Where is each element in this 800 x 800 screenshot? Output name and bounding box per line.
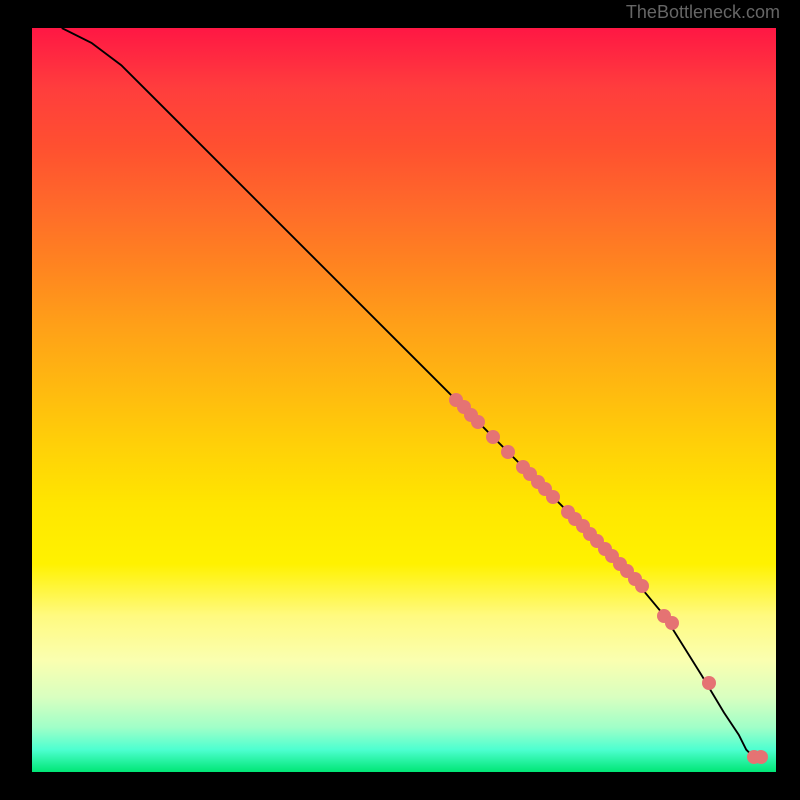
chart-gradient-background [32,28,776,772]
data-point [754,750,768,764]
data-point [546,490,560,504]
data-point [486,430,500,444]
chart-curve [32,28,776,772]
data-point [501,445,515,459]
data-point [702,676,716,690]
data-point [471,415,485,429]
data-point [665,616,679,630]
watermark-text: TheBottleneck.com [626,2,780,23]
data-point [635,579,649,593]
